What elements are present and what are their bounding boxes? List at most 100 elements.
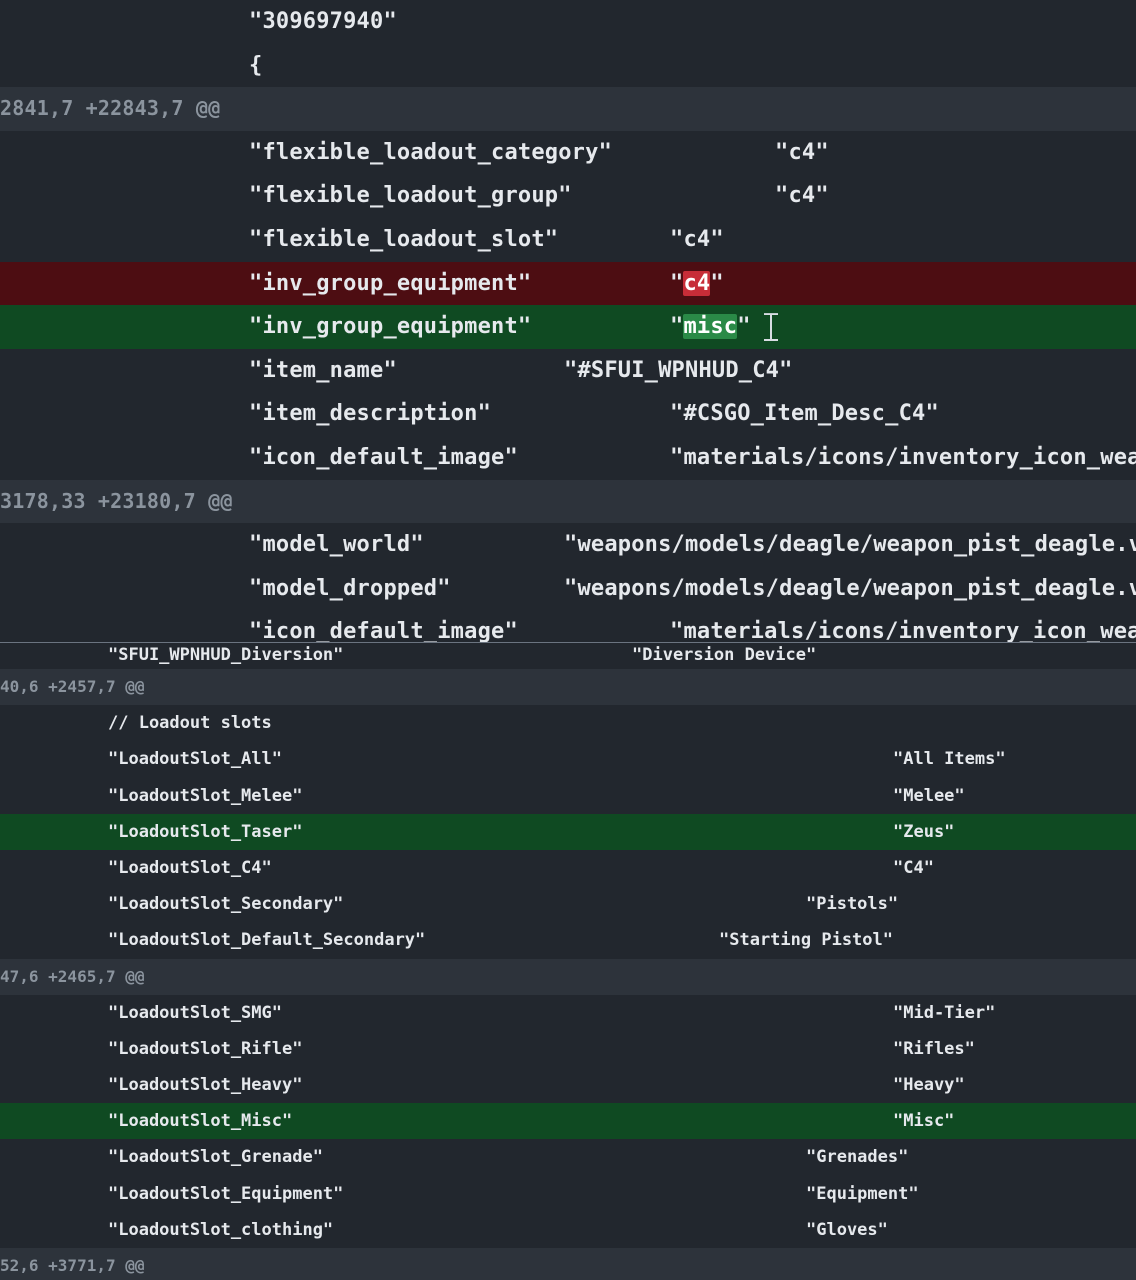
diff-line-context: "SFUI_WPNHUD_Diversion" "Diversion Devic… [0,643,1136,669]
diff-line-key: "flexible_loadout_category" [249,139,613,165]
diff-line-key: "LoadoutSlot_Taser" [108,821,303,842]
diff-line-value: "c4" [775,139,829,165]
diff-line-value: "c4" [775,183,829,209]
diff-line-context: "LoadoutSlot_All" "All Items" [0,741,1136,777]
diff-line-context: "icon_default_image" "materials/icons/in… [0,610,1136,642]
diff-line-key: "LoadoutSlot_clothing" [108,1219,334,1240]
diff-line-context: "309697940" [0,0,1136,44]
diff-line-key: "LoadoutSlot_Rifle" [108,1038,303,1059]
diff-line-key: "flexible_loadout_group" [249,183,572,209]
diff-line-key: "LoadoutSlot_Melee" [108,785,303,806]
diff-line-addition: "LoadoutSlot_Misc" "Misc" [0,1103,1136,1140]
diff-line-value: "c4" [670,226,724,252]
diff-line-key: "icon_default_image" [249,444,518,470]
diff-line-context: "LoadoutSlot_C4" "C4" [0,850,1136,886]
diff-line-value: "c4" [670,262,724,306]
hunk-header-text: 2841,7 +22843,7 @@ [0,96,221,121]
diff-line-value: "#SFUI_WPNHUD_C4" [564,357,793,383]
diff-line-value: "Melee" [893,785,965,806]
diff-line-key: "item_description" [249,401,492,427]
diff-line-context: "LoadoutSlot_Secondary" "Pistols" [0,886,1136,922]
hunk-header[interactable]: 47,6 +2465,7 @@ [0,958,1136,995]
diff-line-key: "inv_group_equipment" [249,270,532,296]
diff-line-key: "flexible_loadout_slot" [249,226,559,252]
diff-line-context: "LoadoutSlot_Equipment" "Equipment" [0,1176,1136,1212]
diff-line-key: "LoadoutSlot_Secondary" [108,894,344,915]
diff-line-addition: "inv_group_equipment" "misc" [0,305,1136,349]
diff-line-context: "flexible_loadout_slot" "c4" [0,218,1136,262]
diff-line-value: "Heavy" [893,1075,965,1096]
hunk-header[interactable]: 3178,33 +23180,7 @@ [0,479,1136,524]
diff-line-value: "Zeus" [893,821,955,842]
diff-line-context: "LoadoutSlot_Default_Secondary" "Startin… [0,922,1136,958]
diff-line-value: "Equipment" [806,1183,919,1204]
diff-line-key: "LoadoutSlot_Grenade" [108,1147,323,1168]
diff-line-context: "LoadoutSlot_clothing" "Gloves" [0,1212,1136,1248]
diff-line-context: "item_name" "#SFUI_WPNHUD_C4" [0,349,1136,393]
diff-line-value: "materials/icons/inventory_icon_weap [670,619,1136,642]
diff-line-context: "item_description" "#CSGO_Item_Desc_C4" [0,392,1136,436]
diff-panel-bottom: "SFUI_WPNHUD_Diversion" "Diversion Devic… [0,642,1136,1280]
diff-line-value: "Gloves" [806,1219,888,1240]
diff-line-context: "model_world" "weapons/models/deagle/wea… [0,523,1136,567]
diff-line-context: { [0,44,1136,88]
hunk-header-text: 40,6 +2457,7 @@ [0,677,145,696]
diff-line-key: "LoadoutSlot_Heavy" [108,1075,303,1096]
diff-line-value: "Diversion Device" [632,645,817,665]
diff-panel-top: "309697940" { 2841,7 +22843,7 @@ "flexib… [0,0,1136,642]
diff-line-context: "icon_default_image" "materials/icons/in… [0,436,1136,480]
diff-line-value: "materials/icons/inventory_icon_weap [670,444,1136,470]
diff-line-value: "All Items" [893,749,1006,770]
diff-line-key: "LoadoutSlot_C4" [108,857,272,878]
diff-line-context: "LoadoutSlot_Melee" "Melee" [0,778,1136,814]
diff-line-value: "weapons/models/deagle/weapon_pist_deagl… [564,575,1136,601]
comment-text: // Loadout slots [108,713,272,734]
diff-line-key: { [249,52,263,78]
diff-line-value: "Starting Pistol" [719,930,893,951]
diff-line-key: "model_world" [249,532,424,558]
value-prefix: " [670,314,684,340]
hunk-header-text: 52,6 +3771,7 @@ [0,1256,145,1275]
hunk-header[interactable]: 2841,7 +22843,7 @@ [0,87,1136,131]
diff-line-key: "LoadoutSlot_SMG" [108,1002,282,1023]
diff-line-deletion: "inv_group_equipment" "c4" [0,261,1136,306]
diff-line-key: "309697940" [249,9,397,34]
diff-line-key: "LoadoutSlot_Misc" [108,1111,293,1132]
diff-line-context: "LoadoutSlot_Grenade" "Grenades" [0,1139,1136,1175]
diff-line-value: "Misc" [893,1111,955,1132]
diff-line-value: "C4" [893,857,934,878]
diff-line-key: "model_dropped" [249,575,451,601]
diff-line-context: "flexible_loadout_category" "c4" [0,131,1136,175]
text-cursor-icon [764,313,778,341]
diff-line-context: "model_dropped" "weapons/models/deagle/w… [0,567,1136,611]
diff-line-value: "misc" [670,305,751,349]
value-prefix: " [670,270,684,296]
diff-line-key: "icon_default_image" [249,619,518,642]
value-suffix: " [710,270,724,296]
diff-line-value: "Pistols" [806,894,899,915]
diff-line-context: "LoadoutSlot_SMG" "Mid-Tier" [0,995,1136,1031]
diff-line-key: "LoadoutSlot_All" [108,749,282,770]
diff-line-value: "Rifles" [893,1038,975,1059]
hunk-header[interactable]: 40,6 +2457,7 @@ [0,669,1136,706]
diff-line-value: "Grenades" [806,1147,909,1168]
hunk-header-text: 47,6 +2465,7 @@ [0,966,145,986]
diff-line-key: "LoadoutSlot_Equipment" [108,1183,344,1204]
deleted-word-highlight: c4 [683,270,711,296]
diff-line-context: "flexible_loadout_group" "c4" [0,174,1136,218]
diff-line-key: "inv_group_equipment" [249,314,532,340]
value-suffix: " [737,314,751,340]
diff-line-key: "LoadoutSlot_Default_Secondary" [108,930,426,951]
hunk-header-text: 3178,33 +23180,7 @@ [0,488,233,513]
added-word-highlight: misc [683,314,738,340]
diff-line-key: "SFUI_WPNHUD_Diversion" [108,645,344,665]
diff-line-context: "LoadoutSlot_Heavy" "Heavy" [0,1067,1136,1103]
diff-line-key: "item_name" [249,357,397,383]
diff-line-value: "Mid-Tier" [893,1002,996,1023]
diff-line-addition: "LoadoutSlot_Taser" "Zeus" [0,813,1136,850]
diff-line-comment: // Loadout slots [0,705,1136,741]
diff-line-value: "#CSGO_Item_Desc_C4" [670,401,939,427]
diff-line-context: "LoadoutSlot_Rifle" "Rifles" [0,1031,1136,1067]
hunk-header[interactable]: 52,6 +3771,7 @@ [0,1248,1136,1280]
diff-line-value: "weapons/models/deagle/weapon_pist_deagl… [564,532,1136,558]
